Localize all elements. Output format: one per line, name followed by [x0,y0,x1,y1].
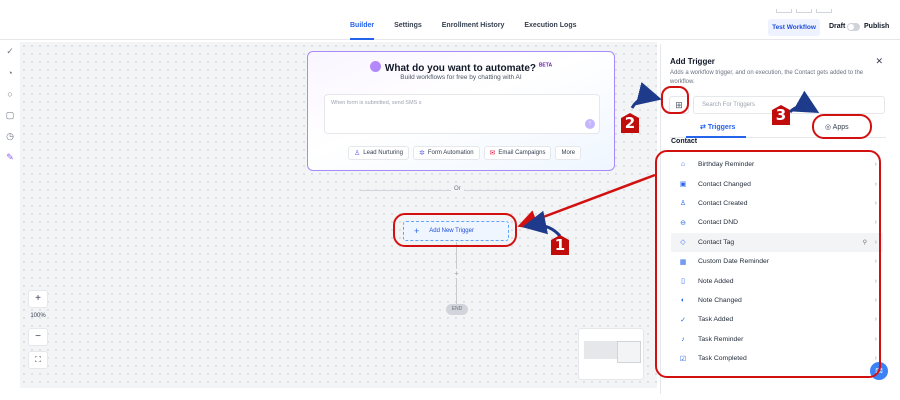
beta-badge: BETA [538,62,553,69]
annotation-highlight-apps-tab [812,114,872,139]
main-tabs: Builder Settings Enrollment History Exec… [350,18,577,40]
gear-icon: ✲ [418,150,425,157]
tab-builder[interactable]: Builder [350,18,375,40]
close-icon[interactable]: ✕ [875,56,883,67]
end-node: END [446,304,468,315]
step-badge-1: 1 [551,230,571,256]
pie-chart-icon[interactable]: ◔ [5,68,15,78]
filter-icon: ⇄ [700,124,708,131]
message-icon[interactable]: ▢ [5,110,15,120]
ai-title: What do you want to automate? BETA [308,61,614,74]
ai-prompt-input[interactable]: When form is submitted, send SMS s ↑ [324,94,600,134]
chat-icon[interactable]: ○ [5,89,15,99]
zoom-in-button[interactable]: + [28,290,48,308]
chip-form-automation[interactable]: ✲ Form Automation [412,146,480,160]
or-label: Or [451,186,464,192]
minimap[interactable] [578,328,644,380]
ai-suggestion-chips: ♙ Lead Nurturing ✲ Form Automation ✉ Email … [348,146,582,160]
sparkle-icon [369,61,381,72]
person-icon: ♙ [354,150,361,157]
step-badge-3: 3 [772,100,792,126]
zoom-controls: + 100% − ⛶ [28,290,48,374]
test-workflow-button[interactable]: Test Workflow [768,19,820,36]
add-step-icon[interactable]: + [452,269,461,278]
zoom-level: 100% [30,313,46,319]
mail-icon: ✉ [489,150,496,157]
ai-subtitle: Build workflows for free by chatting wit… [400,74,522,81]
annotation-highlight-trigger-list [655,150,881,378]
tab-triggers[interactable]: ⇄ Triggers [685,123,747,138]
publish-toggle[interactable] [847,23,860,31]
tab-enrollment-history[interactable]: Enrollment History [442,18,505,40]
chip-email-campaigns[interactable]: ✉ Email Campaigns [483,146,552,160]
step-badge-2: 2 [621,108,641,134]
send-icon[interactable]: ↑ [585,119,595,129]
draft-label: Draft [829,23,846,30]
panel-description: Adds a workflow trigger, and on executio… [670,70,864,85]
ai-builder-card: What do you want to automate? BETA Build… [307,51,615,171]
tab-settings[interactable]: Settings [394,18,422,40]
top-bar: Builder Settings Enrollment History Exec… [0,0,900,40]
zoom-out-button[interactable]: − [28,328,48,346]
window-controls [776,0,856,13]
chip-more[interactable]: More [555,146,582,160]
annotation-highlight-add-trigger [393,213,517,247]
chip-lead-nurturing[interactable]: ♙ Lead Nurturing [348,146,409,160]
tab-execution-logs[interactable]: Execution Logs [524,18,576,40]
left-rail: ✓ ◔ ○ ▢ ◷ ✎ [0,40,20,400]
annotation-highlight-grid-button [661,86,689,114]
clock-icon[interactable]: ◷ [5,131,15,141]
check-circle-icon[interactable]: ✓ [5,46,15,56]
fit-view-button[interactable]: ⛶ [28,351,48,369]
magic-wand-icon[interactable]: ✎ [5,152,15,162]
publish-label: Publish [864,23,890,30]
section-contact: Contact [671,138,698,145]
panel-title: Add Trigger [670,57,715,66]
